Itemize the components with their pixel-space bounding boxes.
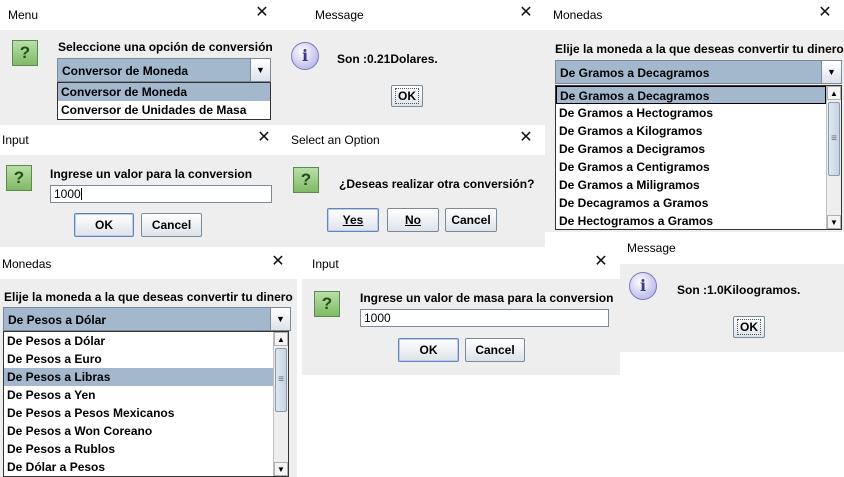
currency-conversion-select[interactable]: De Pesos a Dólar ▼ — [3, 307, 291, 331]
monedas-titlebar: Monedas ✕ — [0, 249, 297, 279]
currency-conversion-selected: De Pesos a Dólar — [8, 313, 107, 327]
input-dialog-conversion: Input ✕ ? Ingrese un valor para la conve… — [0, 125, 283, 247]
chevron-up-icon[interactable]: ▲ — [274, 332, 288, 346]
value-input[interactable]: 1000 — [50, 185, 272, 203]
chevron-down-icon[interactable]: ▼ — [250, 59, 270, 81]
list-item[interactable]: De Gramos a Kilogramos — [556, 122, 826, 140]
list-item[interactable]: De Hectogramos a Gramos — [556, 212, 826, 229]
ok-button[interactable]: OK — [733, 316, 765, 338]
list-item[interactable]: De Gramos a Hectogramos — [556, 104, 826, 122]
list-item[interactable]: De Gramos a Centigramos — [556, 158, 826, 176]
list-item[interactable]: De Decagramos a Gramos — [556, 194, 826, 212]
message-title: Message — [315, 8, 364, 22]
message-title: Message — [627, 241, 676, 255]
no-button[interactable]: No — [387, 208, 439, 232]
mass-conversion-selected: De Gramos a Decagramos — [560, 66, 710, 80]
list-item[interactable]: De Pesos a Euro — [4, 350, 274, 368]
cancel-button[interactable]: Cancel — [465, 338, 525, 362]
monedas-prompt: Elije la moneda a la que deseas converti… — [555, 42, 844, 56]
monedas-title: Monedas — [553, 8, 603, 22]
value-input-text: 1000 — [54, 187, 81, 201]
currency-conversion-list[interactable]: De Pesos a Dólar De Pesos a Euro De Peso… — [3, 331, 289, 477]
input-titlebar: Input ✕ — [0, 125, 283, 155]
list-item[interactable]: De Gramos a Decagramos — [556, 86, 826, 104]
ok-button[interactable]: OK — [398, 338, 459, 362]
close-icon[interactable]: ✕ — [816, 4, 834, 22]
yes-button[interactable]: Yes — [327, 208, 379, 232]
message-text: Son :1.0Kiloogramos. — [677, 283, 801, 297]
select-option-titlebar: Select an Option ✕ — [283, 125, 545, 155]
chevron-up-icon[interactable]: ▲ — [827, 86, 841, 100]
chevron-down-icon[interactable]: ▼ — [274, 462, 288, 476]
question-icon: ? — [314, 291, 340, 317]
list-scrollbar[interactable]: ▲ ▼ — [273, 332, 288, 476]
chevron-down-icon[interactable]: ▼ — [821, 61, 841, 83]
conversion-type-list[interactable]: Conversor de Moneda Conversor de Unidade… — [57, 82, 271, 120]
menu-prompt: Seleccione una opción de conversión — [58, 40, 273, 54]
list-item[interactable]: De Pesos a Won Coreano — [4, 422, 274, 440]
info-icon: i — [629, 272, 657, 300]
select-option-title: Select an Option — [291, 133, 380, 147]
close-icon[interactable]: ✕ — [517, 4, 535, 22]
message-titlebar: Message — [620, 234, 844, 264]
monedas-pesos-dialog: Monedas ✕ Elije la moneda a la que desea… — [0, 249, 297, 477]
list-item[interactable]: De Pesos a Libras — [4, 368, 274, 386]
list-item[interactable]: De Gramos a Miligramos — [556, 176, 826, 194]
list-item[interactable]: Conversor de Unidades de Masa — [58, 101, 270, 119]
input-title: Input — [2, 133, 29, 147]
menu-title: Menu — [8, 8, 39, 22]
mass-conversion-select[interactable]: De Gramos a Decagramos ▼ — [555, 60, 842, 84]
question-icon: ? — [293, 167, 319, 193]
cancel-button[interactable]: Cancel — [445, 208, 497, 232]
ok-button[interactable]: OK — [74, 213, 134, 237]
message-dialog-dolares: Message ✕ i Son :0.21Dolares. OK — [281, 0, 545, 125]
monedas-gramos-dialog: Monedas ✕ Elije la moneda a la que desea… — [545, 0, 844, 232]
input-title: Input — [312, 257, 339, 271]
message-dialog-kilogramos: Message i Son :1.0Kiloogramos. OK — [620, 234, 844, 352]
mass-value-input[interactable]: 1000 — [360, 309, 609, 327]
conversion-type-selected: Conversor de Moneda — [62, 64, 189, 78]
input-prompt: Ingrese un valor para la conversion — [50, 167, 253, 181]
question-icon: ? — [12, 40, 38, 66]
list-item[interactable]: De Gramos a Decigramos — [556, 140, 826, 158]
input-dialog-masa: Input ✕ ? Ingrese un valor de masa para … — [302, 249, 620, 375]
mass-value-input-text: 1000 — [364, 311, 391, 325]
cancel-button[interactable]: Cancel — [141, 213, 202, 237]
input-titlebar: Input ✕ — [302, 249, 620, 279]
info-icon: i — [291, 42, 319, 70]
menu-titlebar: Menu ✕ — [0, 0, 281, 30]
list-scrollbar[interactable]: ▲ ▼ — [826, 86, 841, 229]
input-prompt: Ingrese un valor de masa para la convers… — [360, 291, 614, 305]
scrollbar-thumb[interactable] — [275, 348, 287, 412]
message-titlebar: Message ✕ — [281, 0, 545, 30]
close-icon[interactable]: ✕ — [253, 4, 271, 22]
close-icon[interactable]: ✕ — [269, 253, 287, 271]
close-icon[interactable]: ✕ — [592, 253, 610, 271]
list-item[interactable]: De Pesos a Yen — [4, 386, 274, 404]
list-item[interactable]: De Pesos a Rublos — [4, 440, 274, 458]
monedas-titlebar: Monedas ✕ — [545, 0, 844, 30]
list-item[interactable]: De Dólar a Pesos — [4, 458, 274, 476]
list-item[interactable]: De Pesos a Dólar — [4, 332, 274, 350]
question-icon: ? — [6, 165, 32, 191]
ok-button[interactable]: OK — [391, 85, 423, 107]
message-text: Son :0.21Dolares. — [337, 52, 438, 66]
list-item[interactable]: De Pesos a Pesos Mexicanos — [4, 404, 274, 422]
text-caret — [80, 188, 82, 200]
close-icon[interactable]: ✕ — [255, 129, 273, 147]
mass-conversion-list[interactable]: De Gramos a Decagramos De Gramos a Hecto… — [555, 85, 842, 230]
chevron-down-icon[interactable]: ▼ — [270, 308, 290, 330]
monedas-prompt: Elije la moneda a la que deseas converti… — [4, 290, 293, 304]
scrollbar-thumb[interactable] — [828, 102, 840, 176]
chevron-down-icon[interactable]: ▼ — [827, 215, 841, 229]
close-icon[interactable]: ✕ — [517, 129, 535, 147]
monedas-title: Monedas — [2, 257, 52, 271]
menu-dialog: Menu ✕ ? Seleccione una opción de conver… — [0, 0, 281, 125]
list-item[interactable]: Conversor de Moneda — [58, 83, 270, 101]
select-option-question: ¿Deseas realizar otra conversión? — [339, 177, 535, 191]
select-option-dialog: Select an Option ✕ ? ¿Deseas realizar ot… — [283, 125, 545, 247]
conversion-type-select[interactable]: Conversor de Moneda ▼ — [57, 58, 271, 82]
